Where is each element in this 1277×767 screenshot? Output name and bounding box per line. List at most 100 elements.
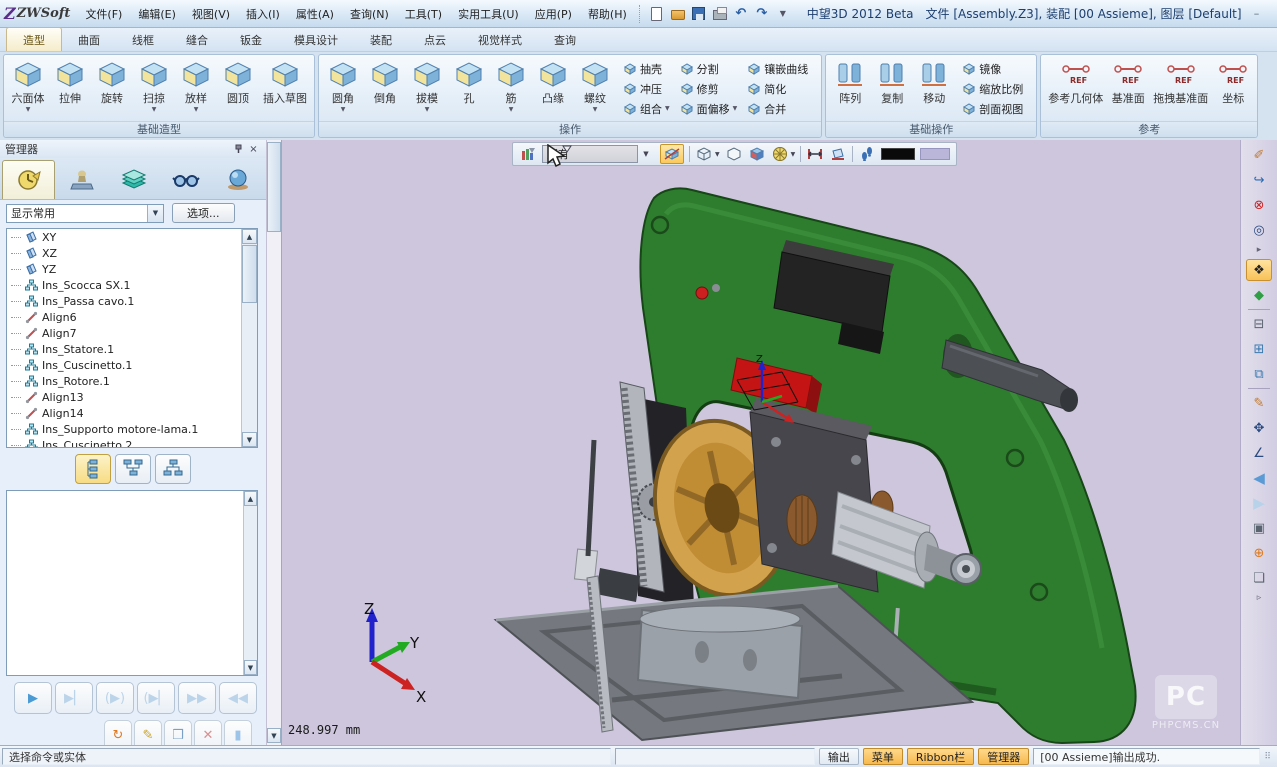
foreground-color-swatch[interactable] (920, 148, 950, 160)
measure-plane-icon[interactable] (829, 145, 847, 163)
ribbon-button-hole[interactable]: 孔 (448, 56, 490, 121)
tree-item[interactable]: Ins_Scocca SX.1 (7, 277, 257, 293)
visibility-tab[interactable] (161, 160, 212, 199)
menu-item[interactable]: 帮助(H) (581, 4, 634, 24)
axes-view-icon[interactable]: ∠ (1246, 442, 1272, 464)
ribbon-button-sweep[interactable]: 扫掠 ▼ (133, 56, 175, 121)
ribbon-button-combine[interactable]: 组合 ▼ (620, 99, 673, 119)
ribbon-button-fillet[interactable]: 圆角 ▼ (322, 56, 364, 121)
status-toggle-button[interactable]: Ribbon栏 (907, 748, 974, 765)
wireframe-display-icon[interactable] (695, 145, 713, 163)
viewport-canvas[interactable]: Z 所有 ▼ ▼ ▼ Z Y (282, 140, 1240, 745)
rewind-button[interactable]: ◀◀ (219, 682, 257, 714)
status-toggle-button[interactable]: 输出 (819, 748, 859, 765)
scroll-down-icon[interactable]: ▼ (267, 728, 281, 743)
render-tab[interactable] (213, 160, 264, 199)
menu-item[interactable]: 属性(A) (289, 4, 341, 24)
close-icon[interactable]: × (246, 142, 261, 156)
tree-item[interactable]: Align7 (7, 325, 257, 341)
scroll-up-icon[interactable]: ▲ (244, 491, 257, 506)
quick-access-dropdown-icon[interactable]: ▼ (775, 6, 791, 22)
pick-target-icon[interactable]: ◎ (1246, 219, 1272, 241)
ribbon-button-copy[interactable]: 复制 (871, 56, 913, 121)
tree-item[interactable]: Ins_Statore.1 (7, 341, 257, 357)
ribbon-button-revolve[interactable]: 旋转 (91, 56, 133, 121)
move-view-icon[interactable]: ✥ (1246, 417, 1272, 439)
ribbon-button-extrude[interactable]: 拉伸 (49, 56, 91, 121)
print-icon[interactable] (712, 6, 728, 22)
ribbon-button-merge[interactable]: 合并 (744, 99, 814, 119)
ribbon-button-simplify[interactable]: 简化 (744, 79, 814, 99)
chevron-down-icon[interactable]: ▼ (715, 151, 720, 158)
minimize-button[interactable]: – (1244, 5, 1270, 23)
ribbon-button-imprint-curve[interactable]: 镶嵌曲线 (744, 59, 814, 79)
ribbon-tab[interactable]: 模具设计 (278, 28, 354, 51)
ribbon-button-face-offset[interactable]: 面偏移 ▼ (677, 99, 741, 119)
eraser-icon[interactable]: ✐ (1246, 144, 1272, 166)
options-button[interactable]: 选项... (172, 203, 235, 223)
tree-item[interactable]: Ins_Cuscinetto.1 (7, 357, 257, 373)
ribbon-tab[interactable]: 查询 (538, 28, 592, 51)
play-to-end-button[interactable]: ▶▏ (55, 682, 93, 714)
flyout-arrow-icon[interactable]: ▸ (1246, 244, 1272, 256)
ribbon-tab[interactable]: 点云 (408, 28, 462, 51)
layers-tab[interactable] (108, 160, 159, 199)
ribbon-button-loft[interactable]: 放样 ▼ (175, 56, 217, 121)
maximize-button[interactable]: ▭ (1272, 5, 1277, 23)
ribbon-button-section-view[interactable]: 剖面视图 (959, 99, 1029, 119)
ribbon-tab[interactable]: 线框 (116, 28, 170, 51)
tree-item[interactable]: Align6 (7, 309, 257, 325)
ribbon-tab[interactable]: 装配 (354, 28, 408, 51)
menu-item[interactable]: 查询(N) (343, 4, 396, 24)
ribbon-tab[interactable]: 视觉样式 (462, 28, 538, 51)
ribbon-button-rib[interactable]: 筋 ▼ (490, 56, 532, 121)
panel-scrollbar[interactable]: ▼ (266, 140, 281, 745)
ribbon-button-scale[interactable]: 缩放比例 (959, 79, 1029, 99)
scroll-thumb[interactable] (267, 142, 281, 232)
ribbon-tab[interactable]: 缝合 (170, 28, 224, 51)
filter-icon[interactable] (519, 145, 537, 163)
assembly-tab[interactable] (56, 160, 107, 199)
tree-item[interactable]: Ins_Passa cavo.1 (7, 293, 257, 309)
render-mode-icon[interactable] (771, 145, 789, 163)
play-loop-end-button[interactable]: (▶▏ (137, 682, 175, 714)
save-icon[interactable] (691, 6, 707, 22)
hidden-line-display-icon[interactable] (725, 145, 743, 163)
shaded-display-icon[interactable] (748, 145, 766, 163)
command-scrollbar[interactable]: ▲ ▼ (243, 491, 257, 675)
ribbon-button-csys[interactable]: REF 坐标 (1212, 56, 1254, 121)
tree-item[interactable]: Ins_Cuscinetto.2 (7, 437, 257, 448)
abort-icon[interactable]: ⊗ (1246, 194, 1272, 216)
scroll-down-icon[interactable]: ▼ (244, 660, 257, 675)
open-folder-icon[interactable] (670, 6, 686, 22)
chevron-down-icon[interactable]: ▼ (791, 151, 796, 158)
monitor-icon[interactable]: ⊟ (1246, 313, 1272, 335)
menu-item[interactable]: 编辑(E) (131, 4, 183, 24)
separator[interactable] (1248, 309, 1270, 310)
tree-item[interactable]: Ins_Rotore.1 (7, 373, 257, 389)
menu-item[interactable]: 实用工具(U) (451, 4, 526, 24)
tree-view-button[interactable] (115, 454, 151, 484)
fast-forward-button[interactable]: ▶▶ (178, 682, 216, 714)
ribbon-button-punch[interactable]: 冲压 (620, 79, 673, 99)
exit-icon[interactable]: ↪ (1246, 169, 1272, 191)
background-color-swatch[interactable] (881, 148, 915, 160)
resize-grip-icon[interactable]: ⠿ (1264, 752, 1275, 762)
separator[interactable] (1248, 388, 1270, 389)
menu-item[interactable]: 工具(T) (398, 4, 449, 24)
shaded-display-icon[interactable]: ◆ (1246, 284, 1272, 306)
menu-item[interactable]: 插入(I) (239, 4, 287, 24)
history-tab[interactable] (2, 160, 55, 199)
ribbon-button-chamfer[interactable]: 倒角 (364, 56, 406, 121)
scroll-down-icon[interactable]: ▼ (242, 432, 257, 447)
ribbon-button-box[interactable]: 六面体 ▼ (7, 56, 49, 121)
status-toggle-button[interactable]: 菜单 (863, 748, 903, 765)
tree-item[interactable]: YZ (7, 261, 257, 277)
ribbon-button-mirror[interactable]: 镜像 (959, 59, 1029, 79)
tree-item[interactable]: Align13 (7, 389, 257, 405)
chevron-down-icon[interactable]: ▼ (637, 145, 655, 163)
tree-item[interactable]: XY (7, 229, 257, 245)
link-update-icon[interactable]: ⧉ (1246, 363, 1272, 385)
ribbon-button-pattern[interactable]: 阵列 (829, 56, 871, 121)
status-toggle-button[interactable]: 管理器 (978, 748, 1029, 765)
